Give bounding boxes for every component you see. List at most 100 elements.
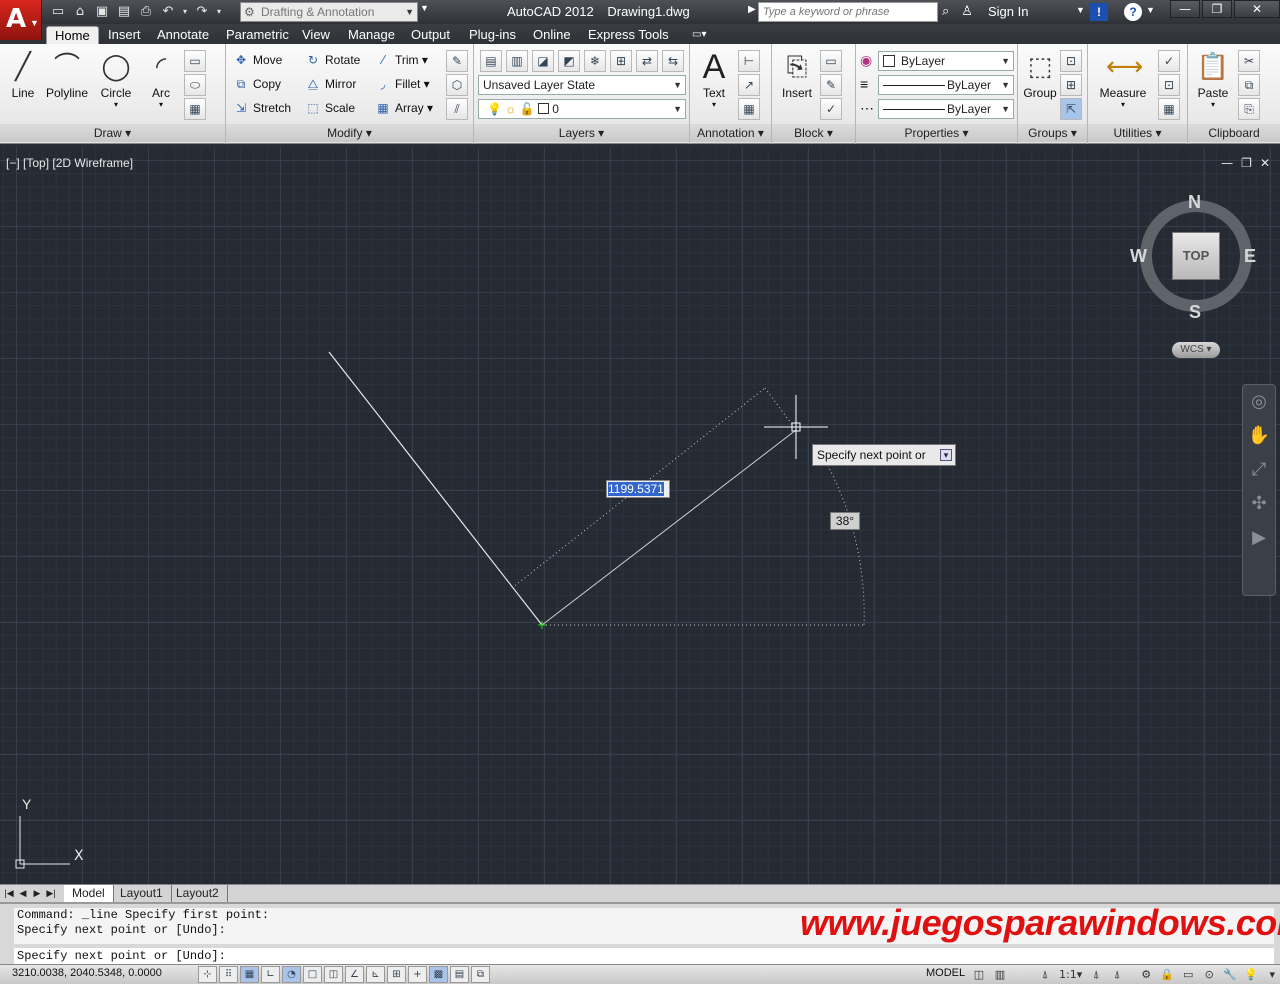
search-arrow-icon[interactable]: ▶ <box>748 4 756 15</box>
dynamic-input-icon[interactable]: ⊞ <box>387 966 406 983</box>
array-button[interactable]: ▦ Array ▾ <box>374 97 433 119</box>
model-space-toggle[interactable]: MODEL <box>926 967 965 979</box>
search-input[interactable] <box>758 2 938 22</box>
create-block-icon[interactable]: ▭ <box>820 50 842 72</box>
explode-icon[interactable]: ⬡ <box>446 74 468 96</box>
showmotion-icon[interactable]: ▶ <box>1243 521 1275 555</box>
tab-home[interactable]: Home <box>46 26 99 44</box>
lineweight-icon[interactable]: ≡ <box>860 76 868 92</box>
redo-icon[interactable]: ↷ <box>192 3 212 21</box>
rotate-button[interactable]: ↻ Rotate <box>304 49 360 71</box>
quick-view-layouts-icon[interactable]: ◫ <box>970 966 988 983</box>
copy-link-icon[interactable]: ⎘ <box>1238 98 1260 120</box>
edit-block-icon[interactable]: ✎ <box>820 74 842 96</box>
workspace-dropdown[interactable]: ⚙ Drafting & Annotation ▼ <box>240 2 418 22</box>
ungroup-icon[interactable]: ⊡ <box>1060 50 1082 72</box>
block-panel-title[interactable]: Block ▾ <box>772 124 855 142</box>
tab-view[interactable]: View <box>294 26 338 44</box>
binoculars-icon[interactable]: ⌕ <box>942 3 949 19</box>
tab-plugins[interactable]: Plug-ins <box>461 26 524 44</box>
insert-button[interactable]: ⎘ Insert <box>776 50 818 100</box>
offset-icon[interactable]: ⫽ <box>446 98 468 120</box>
compass-east[interactable]: E <box>1244 246 1256 267</box>
linetype-icon[interactable]: ⋯ <box>860 100 874 117</box>
user-icon[interactable]: ♙ <box>961 3 973 19</box>
utilities-panel-title[interactable]: Utilities ▾ <box>1088 124 1187 142</box>
tab-online[interactable]: Online <box>525 26 579 44</box>
layer-walk-icon[interactable]: ⇆ <box>662 50 684 72</box>
isolate-objects-icon[interactable]: ⊙ <box>1200 966 1218 983</box>
tab-model[interactable]: Model <box>64 885 114 902</box>
qat-menu-icon[interactable]: ▼ <box>420 3 429 13</box>
scale-button[interactable]: ⬚ Scale <box>304 97 355 119</box>
clipboard-panel-title[interactable]: Clipboard <box>1188 124 1280 142</box>
grid-display-icon[interactable]: ▦ <box>240 966 259 983</box>
selection-cycling-icon[interactable]: ⧉ <box>471 966 490 983</box>
quick-view-drawings-icon[interactable]: ▥ <box>991 966 1009 983</box>
rectangle-icon[interactable]: ▭ <box>184 50 206 72</box>
tab-parametric[interactable]: Parametric <box>218 26 297 44</box>
last-tab-icon[interactable]: ▶| <box>44 886 58 900</box>
undo-dropdown-icon[interactable]: ▾ <box>180 3 190 21</box>
table-icon[interactable]: ▦ <box>738 98 760 120</box>
properties-panel-title[interactable]: Properties ▾ <box>856 124 1017 142</box>
open-icon[interactable]: ⌂ <box>70 3 90 21</box>
dynamic-angle-input[interactable]: 38° <box>830 512 860 530</box>
compass-north[interactable]: N <box>1188 192 1201 213</box>
stretch-button[interactable]: ⇲ Stretch <box>232 97 291 119</box>
steering-wheel-icon[interactable]: ◎ <box>1243 385 1275 419</box>
tab-annotate[interactable]: Annotate <box>149 26 217 44</box>
text-button[interactable]: A Text ▾ <box>694 50 734 109</box>
mirror-button[interactable]: ⧋ Mirror <box>304 73 357 95</box>
status-menu-icon[interactable]: ▾ <box>1263 966 1280 983</box>
draw-panel-title[interactable]: Draw ▾ <box>0 124 225 142</box>
move-button[interactable]: ✥ Move <box>232 49 282 71</box>
coordinate-readout[interactable]: 3210.0038, 2040.5348, 0.0000 <box>12 967 162 979</box>
arc-button[interactable]: ◜ Arc ▾ <box>142 50 180 109</box>
redo-dropdown-icon[interactable]: ▾ <box>214 3 224 21</box>
tab-express-tools[interactable]: Express Tools <box>580 26 677 44</box>
auto-scale-icon[interactable]: ⍋ <box>1108 966 1126 983</box>
paste-button[interactable]: 📋 Paste ▾ <box>1192 50 1234 109</box>
wcs-menu[interactable]: WCS ▾ <box>1172 342 1220 358</box>
new-icon[interactable]: ▭ <box>48 3 68 21</box>
layer-match-icon[interactable]: ⇄ <box>636 50 658 72</box>
tools-icon[interactable]: 🔧 <box>1221 966 1239 983</box>
pan-hand-icon[interactable]: ✋ <box>1243 419 1275 453</box>
block-attributes-icon[interactable]: ✓ <box>820 98 842 120</box>
groups-panel-title[interactable]: Groups ▾ <box>1018 124 1087 142</box>
lineweight-dropdown[interactable]: ByLayer ▼ <box>878 99 1014 119</box>
minimize-icon[interactable]: — <box>1170 0 1200 18</box>
maximize-icon[interactable]: ❐ <box>1202 0 1232 18</box>
fillet-button[interactable]: ◞ Fillet ▾ <box>374 73 430 95</box>
color-dropdown[interactable]: ByLayer ▼ <box>878 51 1014 71</box>
modify-panel-title[interactable]: Modify ▾ <box>226 124 473 142</box>
calculator-icon[interactable]: ▦ <box>1158 98 1180 120</box>
trim-button[interactable]: ⁄ Trim ▾ <box>374 49 428 71</box>
dynamic-length-input[interactable]: 1199.5371 <box>606 480 670 498</box>
annotation-visibility-icon[interactable]: ⍋ <box>1087 966 1105 983</box>
ellipse-icon[interactable]: ⬭ <box>184 74 206 96</box>
viewcube[interactable]: TOP N S E W <box>1130 192 1258 322</box>
save-icon[interactable]: ▣ <box>92 3 112 21</box>
select-all-icon[interactable]: ⊡ <box>1158 74 1180 96</box>
sign-in-button[interactable]: Sign In <box>988 4 1028 19</box>
first-tab-icon[interactable]: |◀ <box>2 886 16 900</box>
quick-select-icon[interactable]: ✓ <box>1158 50 1180 72</box>
lock-icon[interactable]: 🔒 <box>1158 966 1176 983</box>
tab-insert[interactable]: Insert <box>100 26 149 44</box>
help-dropdown-icon[interactable]: ▼ <box>1146 5 1155 15</box>
layer-off-icon[interactable]: ◪ <box>532 50 554 72</box>
close-icon[interactable]: ✕ <box>1234 0 1280 18</box>
snap-mode-icon[interactable]: ⠿ <box>219 966 238 983</box>
ribbon-minimize-icon[interactable]: ▭▾ <box>684 26 714 44</box>
next-tab-icon[interactable]: ▶ <box>30 886 44 900</box>
exchange-icon[interactable]: ! <box>1090 3 1108 21</box>
line-button[interactable]: ╱ Line <box>6 50 40 100</box>
cut-icon[interactable]: ✂ <box>1238 50 1260 72</box>
group-button[interactable]: ⬚ Group <box>1020 50 1060 100</box>
signin-dropdown-icon[interactable]: ▼ <box>1076 5 1085 15</box>
copy-button[interactable]: ⧉ Copy <box>232 73 281 95</box>
layer-lock-icon[interactable]: ⊞ <box>610 50 632 72</box>
layer-properties-icon[interactable]: ▤ <box>480 50 502 72</box>
